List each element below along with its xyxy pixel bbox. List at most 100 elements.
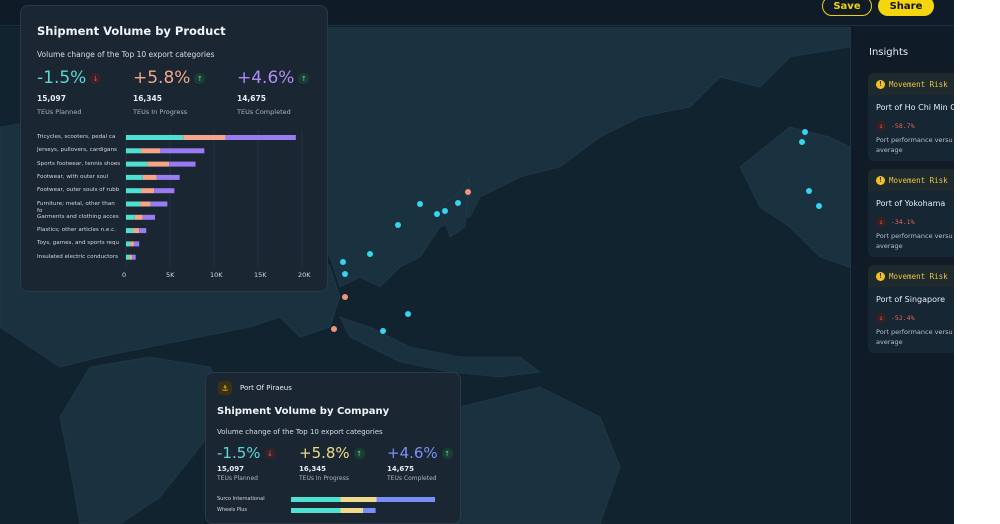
category-label: Footwear, outer souls of rubb xyxy=(37,187,120,194)
port-marker[interactable] xyxy=(367,251,373,257)
x-tick-label: 20K xyxy=(298,271,311,279)
arrow-down-icon: ↓ xyxy=(90,73,102,84)
insight-tag: ! Movement Risk xyxy=(868,169,954,191)
category-label: Jerseys, pullovers, cardigans xyxy=(37,147,117,154)
insight-desc-line: Port performance versu xyxy=(876,136,953,144)
bar-segment[interactable] xyxy=(130,241,134,247)
category-label: Surco International xyxy=(217,496,265,502)
port-marker[interactable] xyxy=(405,311,411,317)
bar-segment[interactable] xyxy=(126,161,148,167)
bar-segment[interactable] xyxy=(133,241,140,247)
port-marker[interactable] xyxy=(816,203,822,209)
port-badge-label: Port Of Piraeus xyxy=(240,384,292,392)
insight-tag-label: Movement Risk xyxy=(889,271,948,281)
bar-segment[interactable] xyxy=(291,497,341,502)
company-volume-card: ⚓ Port Of Piraeus Shipment Volume by Com… xyxy=(205,372,461,524)
kpi-label: TEUs In Progress xyxy=(299,475,349,482)
insight-desc-line: Port performance versu xyxy=(876,232,953,240)
bar-segment[interactable] xyxy=(126,214,135,220)
port-marker[interactable] xyxy=(799,139,805,145)
category-label: Sports footwear, tennis shoes xyxy=(37,160,121,167)
insight-card[interactable]: ! Movement Risk Port of Ho Chi Min C ↓ -… xyxy=(868,73,954,161)
bar-segment[interactable] xyxy=(126,188,141,194)
bar-segment[interactable] xyxy=(126,174,143,180)
product-volume-card: Shipment Volume by Product Volume change… xyxy=(20,5,328,292)
port-marker[interactable] xyxy=(806,188,812,194)
bar-segment[interactable] xyxy=(142,214,156,220)
arrow-down-icon: ↓ xyxy=(876,217,886,227)
port-marker[interactable] xyxy=(331,326,337,332)
kpi-in-progress: +5.8% ↑ 16,345 TEUs In Progress xyxy=(133,68,206,116)
insight-port: Port of Singapore xyxy=(876,295,946,304)
insight-card[interactable]: ! Movement Risk Port of Yokohama ↓ -34.1… xyxy=(868,169,954,257)
bar-segment[interactable] xyxy=(376,497,436,502)
insight-tag-label: Movement Risk xyxy=(889,79,948,89)
port-marker[interactable] xyxy=(380,328,386,334)
kpi-change: +5.8% xyxy=(299,444,350,462)
port-marker[interactable] xyxy=(442,208,448,214)
bar-segment[interactable] xyxy=(126,228,134,234)
bar-segment[interactable] xyxy=(154,188,175,194)
bar-segment[interactable] xyxy=(134,214,143,220)
bar-segment[interactable] xyxy=(140,201,151,207)
kpi-value: 15,097 xyxy=(217,465,245,473)
card-title: Shipment Volume by Product xyxy=(37,24,226,38)
insight-card[interactable]: ! Movement Risk Port of Singapore ↓ -52.… xyxy=(868,265,954,353)
category-label: Wheels Plus xyxy=(217,507,248,513)
bar-segment[interactable] xyxy=(156,174,180,180)
window-edge xyxy=(954,0,1000,524)
port-marker[interactable] xyxy=(802,129,808,135)
port-marker[interactable] xyxy=(417,201,423,207)
arrow-down-icon: ↓ xyxy=(876,121,886,131)
bar-segment[interactable] xyxy=(147,161,170,167)
port-marker[interactable] xyxy=(455,200,461,206)
bar-segment[interactable] xyxy=(340,508,364,513)
category-label: Tricycles, scooters, pedal ca xyxy=(37,134,116,140)
bar-segment[interactable] xyxy=(140,148,161,154)
port-badge: ⚓ Port Of Piraeus xyxy=(218,381,292,395)
arrow-down-icon: ↓ xyxy=(876,313,886,323)
insight-tag: ! Movement Risk xyxy=(868,73,954,95)
bar-segment[interactable] xyxy=(126,241,131,247)
port-marker[interactable] xyxy=(342,294,348,300)
bar-segment[interactable] xyxy=(129,254,133,260)
bar-segment[interactable] xyxy=(126,201,141,207)
bar-segment[interactable] xyxy=(140,188,155,194)
insight-port: Port of Ho Chi Min C xyxy=(876,103,954,112)
kpi-label: TEUs In Progress xyxy=(133,108,188,116)
insight-port: Port of Yokohama xyxy=(876,199,946,208)
bar-segment[interactable] xyxy=(363,508,376,513)
arrow-down-icon: ↓ xyxy=(264,448,276,459)
insight-desc-line: average xyxy=(876,338,903,346)
warning-icon: ! xyxy=(876,175,885,185)
bar-segment[interactable] xyxy=(169,161,196,167)
insight-desc-line: Port performance versu xyxy=(876,328,953,336)
bar-segment[interactable] xyxy=(142,174,157,180)
bar-segment[interactable] xyxy=(225,135,296,140)
bar-segment[interactable] xyxy=(160,148,205,154)
kpi-label: TEUs Planned xyxy=(217,475,258,482)
port-marker[interactable] xyxy=(340,259,346,265)
bar-segment[interactable] xyxy=(291,508,341,513)
bar-segment[interactable] xyxy=(126,135,184,140)
port-marker[interactable] xyxy=(395,222,401,228)
port-marker[interactable] xyxy=(465,189,471,195)
bar-segment[interactable] xyxy=(132,254,136,260)
insight-desc: Port performance versu average xyxy=(876,231,954,251)
bar-segment[interactable] xyxy=(133,228,140,234)
port-marker[interactable] xyxy=(342,271,348,277)
bar-segment[interactable] xyxy=(126,254,130,260)
category-label: Garments and clothing acces xyxy=(37,213,119,220)
bar-segment[interactable] xyxy=(183,135,226,140)
kpi-label: TEUs Planned xyxy=(37,108,82,116)
share-button[interactable]: Share xyxy=(878,0,934,16)
bar-segment[interactable] xyxy=(139,228,147,234)
kpi-value: 14,675 xyxy=(237,94,266,103)
bar-segment[interactable] xyxy=(150,201,168,207)
port-marker[interactable] xyxy=(434,211,440,217)
bar-segment[interactable] xyxy=(340,497,377,502)
bar-segment[interactable] xyxy=(126,148,141,154)
save-button[interactable]: Save xyxy=(822,0,872,16)
insight-desc-line: average xyxy=(876,146,903,154)
category-label: Toys, games, and sports requ xyxy=(37,240,120,247)
